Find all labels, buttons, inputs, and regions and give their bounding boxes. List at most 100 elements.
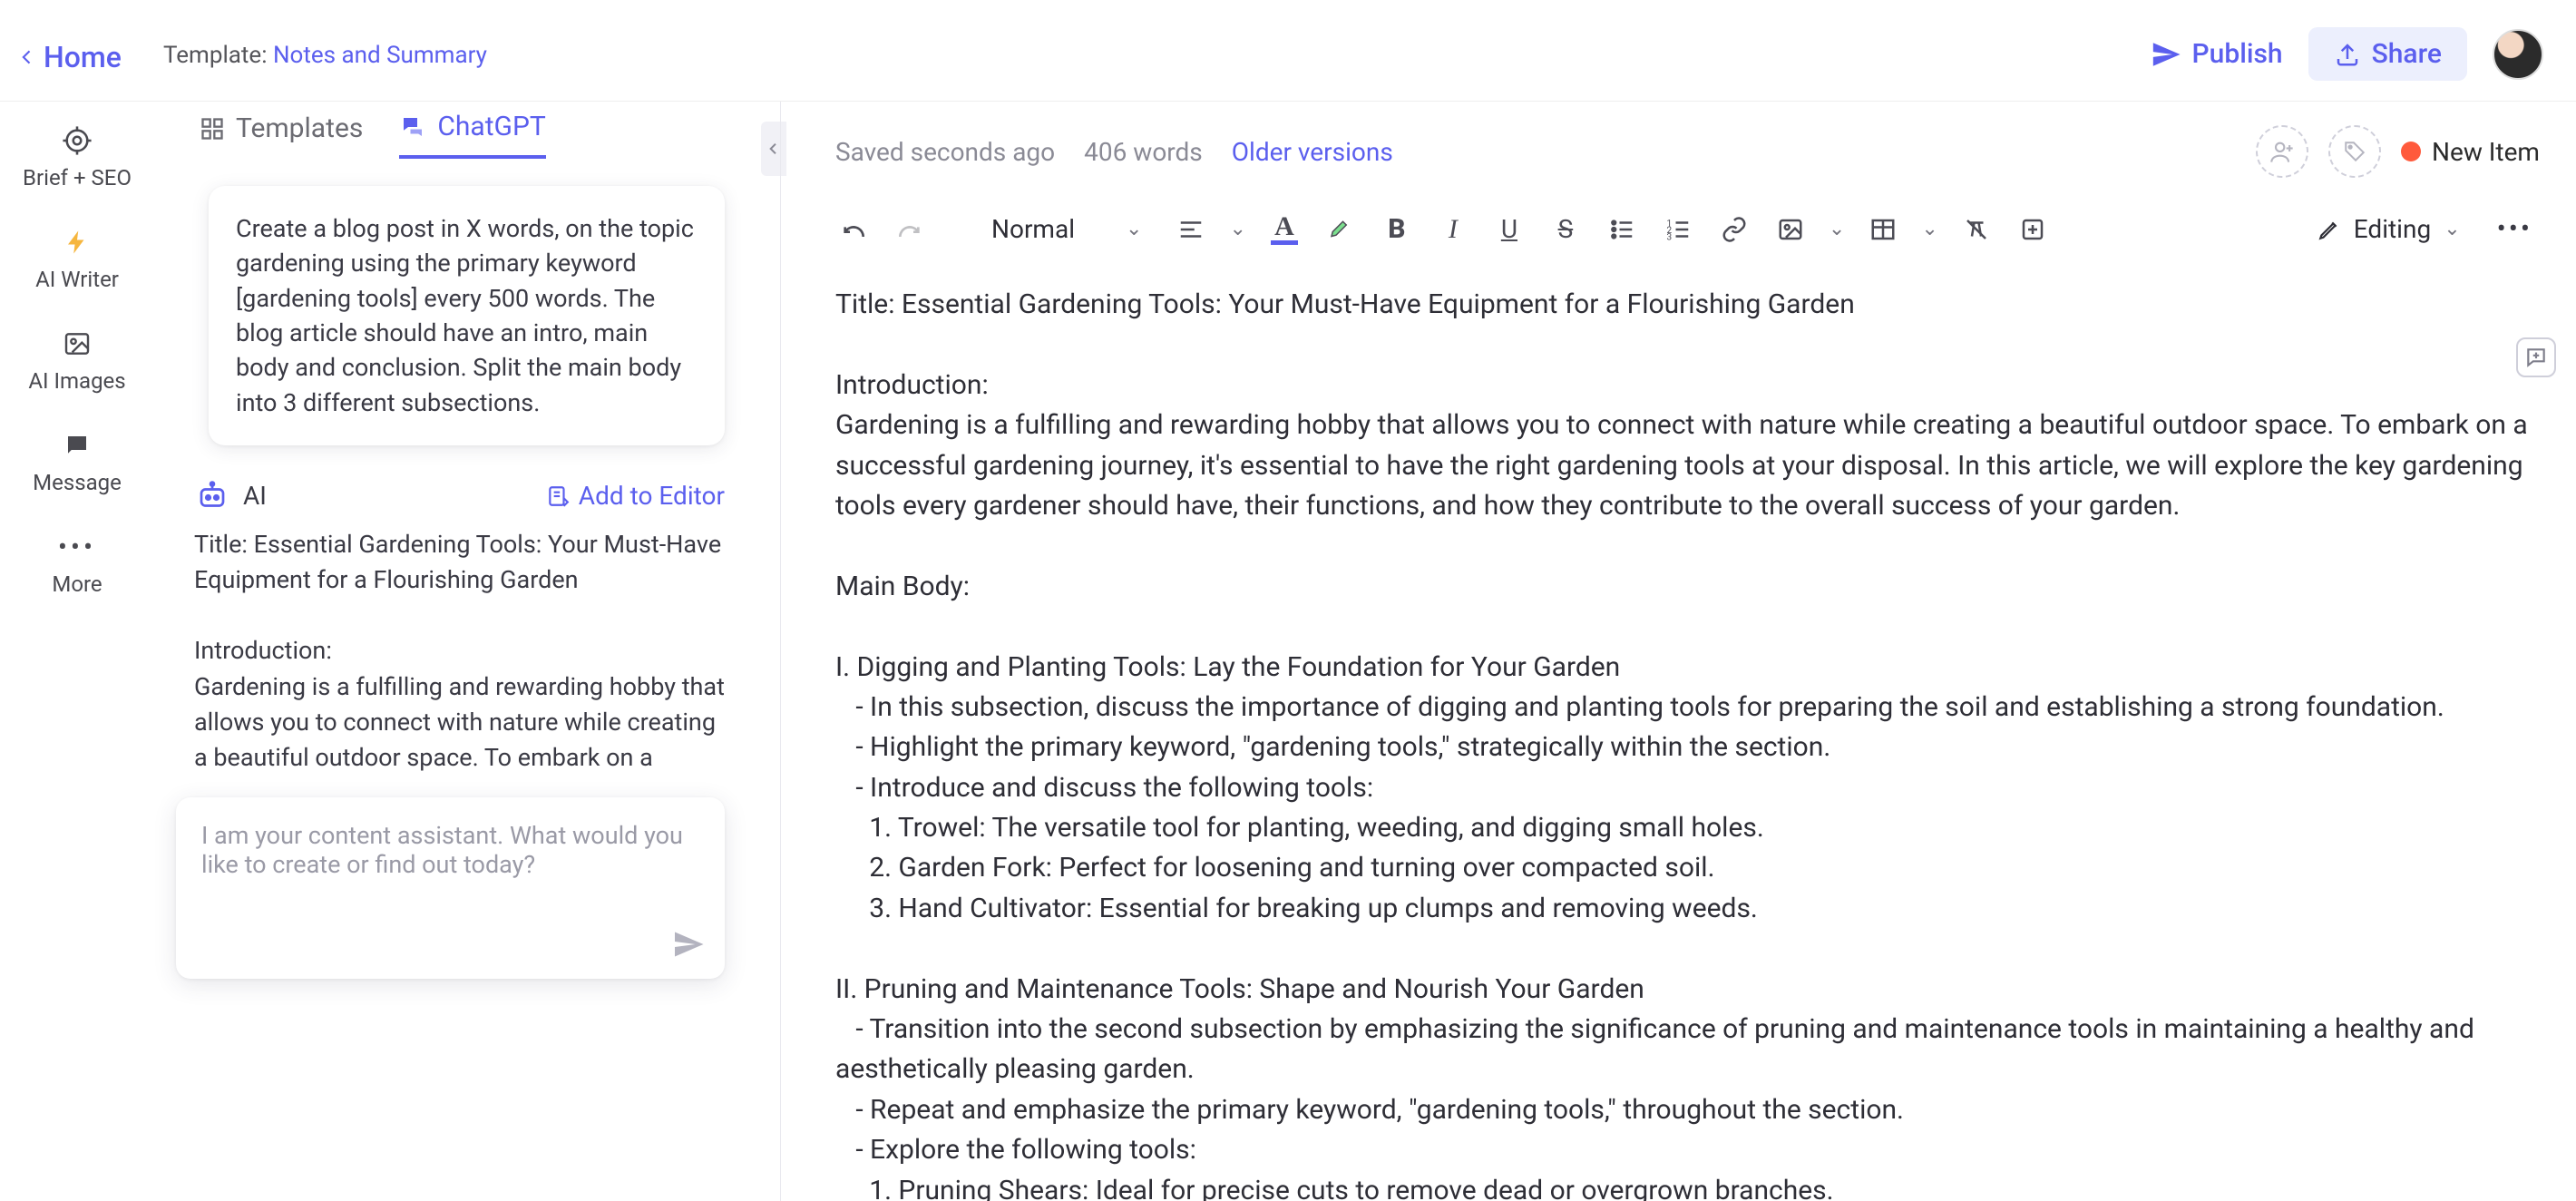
avatar[interactable]	[2493, 29, 2543, 80]
clear-format-button[interactable]	[1958, 211, 1995, 248]
add-tag-button[interactable]	[2328, 125, 2381, 178]
text-color-button[interactable]: A	[1266, 211, 1303, 248]
status-pill[interactable]: New Item	[2401, 137, 2540, 167]
undo-icon	[839, 215, 868, 244]
status-label: New Item	[2432, 137, 2540, 167]
older-versions-link[interactable]: Older versions	[1232, 137, 1393, 167]
publish-label: Publish	[2192, 38, 2283, 70]
mode-label: Editing	[2354, 214, 2431, 244]
share-button[interactable]: Share	[2308, 27, 2467, 81]
rail-brief-seo[interactable]: Brief + SEO	[23, 123, 132, 190]
rail-message-label: Message	[33, 470, 122, 495]
user-plus-icon	[2269, 139, 2295, 164]
align-button[interactable]	[1173, 211, 1209, 248]
rail-ai-writer[interactable]: AI Writer	[35, 225, 119, 292]
style-label: Normal	[991, 214, 1075, 244]
send-icon[interactable]	[672, 928, 705, 961]
template-name[interactable]: Notes and Summary	[273, 42, 487, 69]
paragraph-style-select[interactable]: Normal ⌄	[981, 214, 1153, 244]
align-dropdown[interactable]: ⌄	[1229, 218, 1245, 240]
plus-square-icon	[2019, 216, 2046, 243]
ai-response-header: AI Add to Editor	[194, 478, 725, 514]
table-button[interactable]	[1865, 211, 1901, 248]
add-collaborator-button[interactable]	[2256, 125, 2308, 178]
tag-icon	[2343, 140, 2366, 163]
target-icon	[60, 123, 94, 158]
numbered-list-button[interactable]: 123	[1660, 211, 1696, 248]
add-to-editor-label: Add to Editor	[579, 481, 725, 511]
insert-icon	[546, 484, 570, 508]
strike-button[interactable]: S	[1547, 211, 1584, 248]
left-rail: Brief + SEO AI Writer AI Images Message …	[0, 102, 154, 1201]
home-label: Home	[44, 40, 122, 74]
document-body[interactable]: Title: Essential Gardening Tools: Your M…	[835, 285, 2540, 1201]
side-panel: Templates ChatGPT Create a blog post in …	[154, 102, 780, 1201]
chevron-down-icon: ⌄	[1126, 218, 1142, 240]
assistant-placeholder: I am your content assistant. What would …	[201, 821, 683, 879]
chevron-down-icon: ⌄	[2444, 218, 2460, 240]
grid-icon	[200, 116, 225, 142]
table-icon	[1869, 216, 1897, 243]
table-dropdown[interactable]: ⌄	[1921, 218, 1937, 240]
chevron-left-icon	[766, 138, 781, 160]
image-insert-button[interactable]	[1772, 211, 1809, 248]
rail-brief-label: Brief + SEO	[23, 165, 132, 190]
add-comment-button[interactable]	[2516, 337, 2556, 377]
rail-ai-images[interactable]: AI Images	[28, 327, 125, 394]
editor-area: Saved seconds ago 406 words Older versio…	[780, 102, 2576, 1201]
italic-button[interactable]: I	[1435, 211, 1471, 248]
rail-writer-label: AI Writer	[35, 267, 119, 292]
image-dropdown[interactable]: ⌄	[1829, 218, 1845, 240]
assistant-input[interactable]: I am your content assistant. What would …	[176, 797, 725, 979]
bold-button[interactable]: B	[1379, 211, 1415, 248]
template-prefix: Template:	[163, 42, 273, 69]
topbar-right: Publish Share	[2151, 27, 2544, 81]
numbered-list-icon: 123	[1664, 216, 1692, 243]
publish-button[interactable]: Publish	[2151, 38, 2283, 70]
highlight-button[interactable]	[1322, 211, 1359, 248]
tab-templates-label: Templates	[236, 112, 363, 144]
meta-row: Saved seconds ago 406 words Older versio…	[835, 125, 2540, 178]
image-icon	[1777, 216, 1804, 243]
user-prompt-bubble: Create a blog post in X words, on the to…	[209, 186, 725, 445]
topbar: Home Template: Notes and Summary Publish…	[0, 0, 2576, 102]
tab-chatgpt[interactable]: ChatGPT	[399, 111, 545, 159]
add-to-editor-button[interactable]: Add to Editor	[546, 481, 725, 511]
chat-bubbles-icon	[399, 113, 426, 141]
app-body: Brief + SEO AI Writer AI Images Message …	[0, 102, 2576, 1201]
send-icon	[2151, 39, 2181, 70]
topbar-left: Home Template: Notes and Summary	[18, 40, 487, 69]
bullet-list-icon	[1608, 216, 1635, 243]
insert-block-button[interactable]	[2015, 211, 2051, 248]
bullet-list-button[interactable]	[1604, 211, 1640, 248]
highlight-icon	[1327, 216, 1354, 243]
rail-more[interactable]: ••• More	[52, 530, 102, 597]
redo-button[interactable]	[892, 211, 928, 248]
pencil-icon	[2317, 218, 2341, 241]
chat-icon	[60, 428, 94, 463]
saved-status: Saved seconds ago	[835, 137, 1055, 167]
editor-toolbar: Normal ⌄ ⌄ A B I U S 123	[835, 209, 2540, 267]
rail-message[interactable]: Message	[33, 428, 122, 495]
undo-button[interactable]	[835, 211, 872, 248]
underline-button[interactable]: U	[1491, 211, 1527, 248]
meta-right: New Item	[2256, 125, 2540, 178]
toolbar-more-button[interactable]: •••	[2490, 213, 2540, 245]
ai-label: AI	[243, 481, 267, 511]
ai-label-group: AI	[194, 478, 267, 514]
rail-images-label: AI Images	[28, 368, 125, 394]
share-label: Share	[2372, 38, 2442, 70]
editing-mode-select[interactable]: Editing ⌄	[2308, 209, 2470, 249]
svg-text:3: 3	[1666, 232, 1672, 242]
bolt-icon	[60, 225, 94, 259]
link-button[interactable]	[1716, 211, 1752, 248]
redo-icon	[895, 215, 924, 244]
tab-templates[interactable]: Templates	[200, 112, 363, 157]
chevron-left-icon	[18, 44, 36, 70]
panel-tabs: Templates ChatGPT	[154, 111, 761, 159]
template-line: Template: Notes and Summary	[163, 42, 487, 69]
user-prompt-text: Create a blog post in X words, on the to…	[236, 214, 694, 417]
link-icon	[1721, 216, 1748, 243]
word-count: 406 words	[1084, 137, 1203, 167]
tab-chatgpt-label: ChatGPT	[437, 111, 545, 142]
